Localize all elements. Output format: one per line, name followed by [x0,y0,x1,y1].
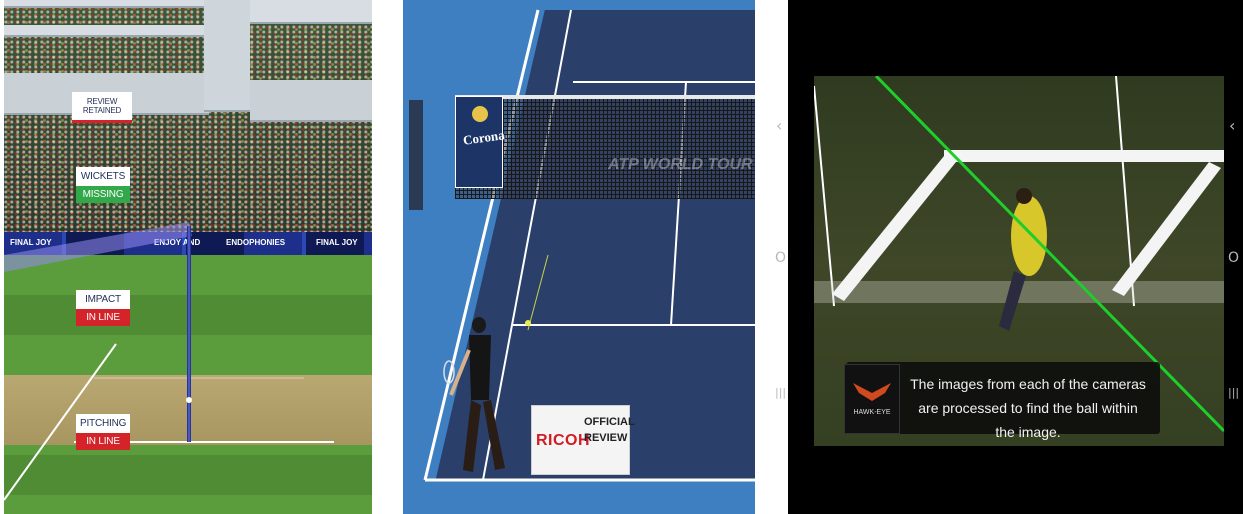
impact-label: IMPACT [76,290,130,309]
hawk-eye-logo: HAWK-EYE [844,364,900,434]
player-head [472,317,486,333]
wickets-value: MISSING [76,186,130,203]
ball-path [4,222,192,272]
player-torso [469,335,491,400]
impact-indicator: IMPACT IN LINE [76,290,130,326]
home-button[interactable]: O [775,250,786,266]
umpire-chair [409,100,423,210]
back-button[interactable]: ‹ [1229,116,1235,135]
goal-crossbar [944,150,1224,162]
cricket-review-panel: FINAL JOY ENJOY AND ENDOPHONIES FINAL JO… [4,0,372,514]
tennis-ball [525,320,531,326]
logo-text: HAWK-EYE [853,409,891,416]
recents-button[interactable]: ||| [1228,386,1239,399]
pitching-value: IN LINE [76,433,130,450]
goalkeeper [1011,196,1047,276]
goalkeeper-head [1016,188,1032,204]
official-review-text: OFFICIAL REVIEW [584,416,635,444]
hawkeye-panel: HAWK-EYE The images from each of the cam… [788,0,1243,514]
home-button[interactable]: O [1228,250,1239,266]
crown-icon [472,106,488,122]
review-retained-badge: REVIEW RETAINED [72,92,132,123]
wickets-label: WICKETS [76,167,130,186]
impact-value: IN LINE [76,309,130,326]
hawk-icon [853,383,891,401]
atp-watermark: ATP WORLD TOUR [608,156,753,173]
player-legs [463,400,505,472]
pitching-indicator: PITCHING IN LINE [76,414,130,450]
ricoh-logo: RICOH [536,432,591,449]
pitch-markings [4,222,334,501]
pitching-label: PITCHING [76,414,130,433]
recents-button[interactable]: ||| [775,386,786,399]
pitch-line [814,85,835,307]
tennis-review-panel: Corona ATP WORLD TOUR RICOH OFFICIAL REV… [403,0,755,514]
wickets-indicator: WICKETS MISSING [76,167,130,203]
ball-trail [527,254,549,331]
official-review-badge: RICOH OFFICIAL REVIEW [531,405,635,475]
goal-post-left [832,156,956,301]
explanation-caption: The images from each of the cameras are … [910,376,1146,440]
back-button[interactable]: ‹ [776,116,782,135]
baseline-sideline [423,9,540,481]
ball-marker [186,397,192,403]
